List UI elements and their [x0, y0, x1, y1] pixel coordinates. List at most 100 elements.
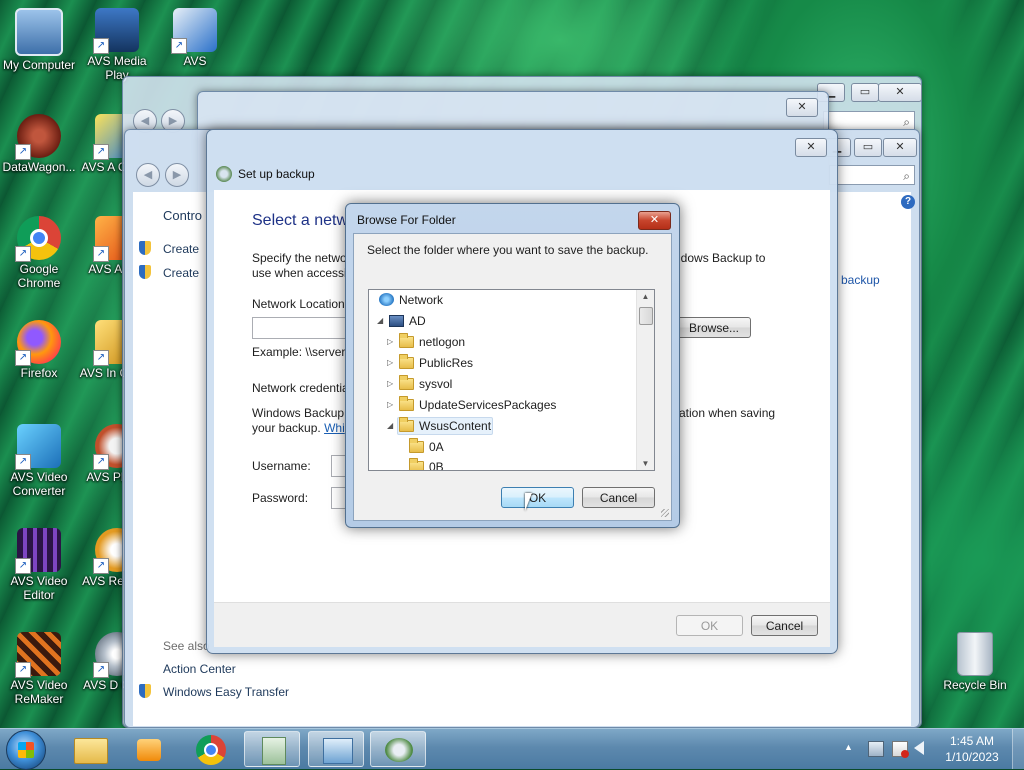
your-backup-text: your backup.	[252, 421, 321, 435]
desktop-icon-label: My Computer	[2, 58, 76, 72]
shortcut-arrow-icon: ↗	[93, 454, 109, 470]
expand-arrow-icon[interactable]: ▷	[387, 374, 396, 394]
taskbar-backup[interactable]	[370, 731, 426, 767]
dialog-cancel-button[interactable]: Cancel	[582, 487, 655, 508]
avs-video-editor-icon: ↗	[15, 528, 61, 574]
chrome-icon	[196, 735, 226, 765]
tree-node-label: 0B	[429, 460, 444, 471]
close-button[interactable]: ✕	[878, 83, 922, 102]
windows-backup-text-line2: your backup. Whi	[252, 421, 345, 435]
expand-arrow-icon[interactable]: ▷	[387, 332, 396, 352]
media-player-icon	[137, 739, 161, 761]
expand-arrow-icon[interactable]: ▷	[387, 353, 396, 373]
desktop-icon-label: AVS	[183, 54, 207, 68]
close-button[interactable]: ✕	[786, 98, 818, 117]
search-input[interactable]: ⌕	[823, 111, 915, 131]
shortcut-arrow-icon: ↗	[15, 350, 31, 366]
shortcut-arrow-icon: ↗	[93, 662, 109, 678]
clock-time[interactable]: 1:45 AM	[940, 734, 1004, 748]
close-button[interactable]: ✕	[638, 211, 671, 230]
windows-logo-icon	[18, 742, 34, 758]
taskbar-chrome[interactable]	[184, 731, 240, 767]
desktop-icon-label: AVS Video ReMaker	[10, 678, 68, 706]
desktop-icon-avs[interactable]: ↗ AVS	[156, 8, 234, 68]
desktop-icon-label: Google Chrome	[17, 262, 61, 290]
server-icon	[389, 315, 404, 327]
desktop-icon-recycle-bin[interactable]: Recycle Bin	[936, 632, 1014, 692]
back-icon[interactable]: ◀	[136, 163, 160, 187]
shortcut-arrow-icon: ↗	[93, 38, 109, 54]
search-input[interactable]: ⌕	[829, 165, 915, 185]
create-link-1[interactable]: Create	[163, 242, 199, 256]
desktop-icon-datawagon[interactable]: ↗ DataWagon...	[0, 114, 78, 174]
desktop-icon-avs-video-converter[interactable]: ↗ AVS Video Converter	[0, 424, 78, 498]
desktop-icon-avs-video-remaker[interactable]: ↗ AVS Video ReMaker	[0, 632, 78, 706]
taskbar-control-panel[interactable]	[308, 731, 364, 767]
desktop-icon-label: Firefox	[20, 366, 58, 380]
desktop-icon-google-chrome[interactable]: ↗ Google Chrome	[0, 216, 78, 290]
avs-video-remaker-icon: ↗	[15, 632, 61, 678]
taskbar: ▲ 1:45 AM 1/10/2023	[0, 728, 1024, 770]
shortcut-arrow-icon: ↗	[15, 144, 31, 160]
shortcut-arrow-icon: ↗	[93, 144, 109, 160]
document-icon	[262, 737, 286, 765]
expand-arrow-icon[interactable]: ▷	[387, 395, 396, 415]
action-center-flag-icon[interactable]	[892, 741, 909, 758]
datawagon-icon: ↗	[15, 114, 61, 160]
maximize-button[interactable]: ▭	[854, 138, 882, 157]
folder-icon	[399, 354, 414, 369]
help-link[interactable]: Whi	[324, 421, 345, 435]
instruction-text: Select the folder where you want to save…	[367, 243, 649, 257]
forward-icon[interactable]: ▶	[165, 163, 189, 187]
folder-icon	[399, 417, 414, 432]
clock-date[interactable]: 1/10/2023	[940, 750, 1004, 764]
example-text: Example: \\server\	[252, 345, 349, 359]
shield-icon	[139, 241, 151, 255]
scroll-up-arrow-icon[interactable]: ▲	[637, 292, 654, 301]
windows-easy-transfer-link[interactable]: Windows Easy Transfer	[163, 685, 289, 699]
tree-node-label: Network	[399, 293, 444, 307]
close-button[interactable]: ✕	[795, 138, 827, 157]
browse-button[interactable]: Browse...	[677, 317, 751, 338]
folder-tree[interactable]: Network ◢ AD ▷ netlogon ▷ PublicRes ▷ sy…	[368, 289, 655, 471]
network-icon	[379, 293, 394, 306]
maximize-button[interactable]: ▭	[851, 83, 879, 102]
show-desktop-button[interactable]	[1012, 729, 1024, 769]
action-center-link[interactable]: Action Center	[163, 662, 236, 676]
taskbar-notepad[interactable]	[244, 731, 300, 767]
network-location-input[interactable]	[252, 317, 352, 339]
control-panel-home-link[interactable]: Contro	[163, 208, 202, 223]
scroll-down-arrow-icon[interactable]: ▼	[637, 459, 654, 468]
taskbar-explorer[interactable]	[62, 731, 118, 767]
set-up-backup-link[interactable]: backup	[841, 273, 880, 287]
password-label: Password:	[252, 491, 309, 505]
recycle-bin-icon	[957, 632, 993, 676]
desktop-icon-label: DataWagon...	[2, 160, 76, 174]
dialog-ok-button[interactable]: OK	[501, 487, 574, 508]
description-line2: use when accessin	[252, 266, 354, 280]
help-icon[interactable]: ?	[901, 195, 915, 209]
desktop-icon-avs-video-editor[interactable]: ↗ AVS Video Editor	[0, 528, 78, 602]
desktop-icon-firefox[interactable]: ↗ Firefox	[0, 320, 78, 380]
start-button[interactable]	[6, 730, 46, 770]
scrollbar-thumb[interactable]	[639, 307, 653, 325]
taskbar-media-player[interactable]	[122, 731, 178, 767]
show-hidden-icons-button[interactable]: ▲	[844, 742, 853, 752]
ok-button[interactable]: OK	[676, 615, 743, 636]
collapse-arrow-icon[interactable]: ◢	[377, 311, 386, 331]
create-link-2[interactable]: Create	[163, 266, 199, 280]
desktop: My Computer ↗ DataWagon... ↗ Google Chro…	[0, 0, 1024, 728]
desktop-icon-avs-media-player[interactable]: ↗ AVS Media Play	[78, 8, 156, 82]
resize-grip-icon[interactable]	[661, 509, 669, 517]
shortcut-arrow-icon: ↗	[15, 558, 31, 574]
avs-video-converter-icon: ↗	[15, 424, 61, 470]
description-right: ndows Backup to	[674, 251, 766, 265]
network-tray-icon[interactable]	[868, 741, 884, 757]
close-button[interactable]: ✕	[883, 138, 917, 157]
shortcut-arrow-icon: ↗	[93, 558, 109, 574]
collapse-arrow-icon[interactable]: ◢	[387, 416, 396, 436]
volume-icon[interactable]	[914, 741, 924, 755]
desktop-icon-my-computer[interactable]: My Computer	[0, 8, 78, 72]
cancel-button[interactable]: Cancel	[751, 615, 818, 636]
tree-scrollbar[interactable]: ▲ ▼	[636, 290, 654, 470]
